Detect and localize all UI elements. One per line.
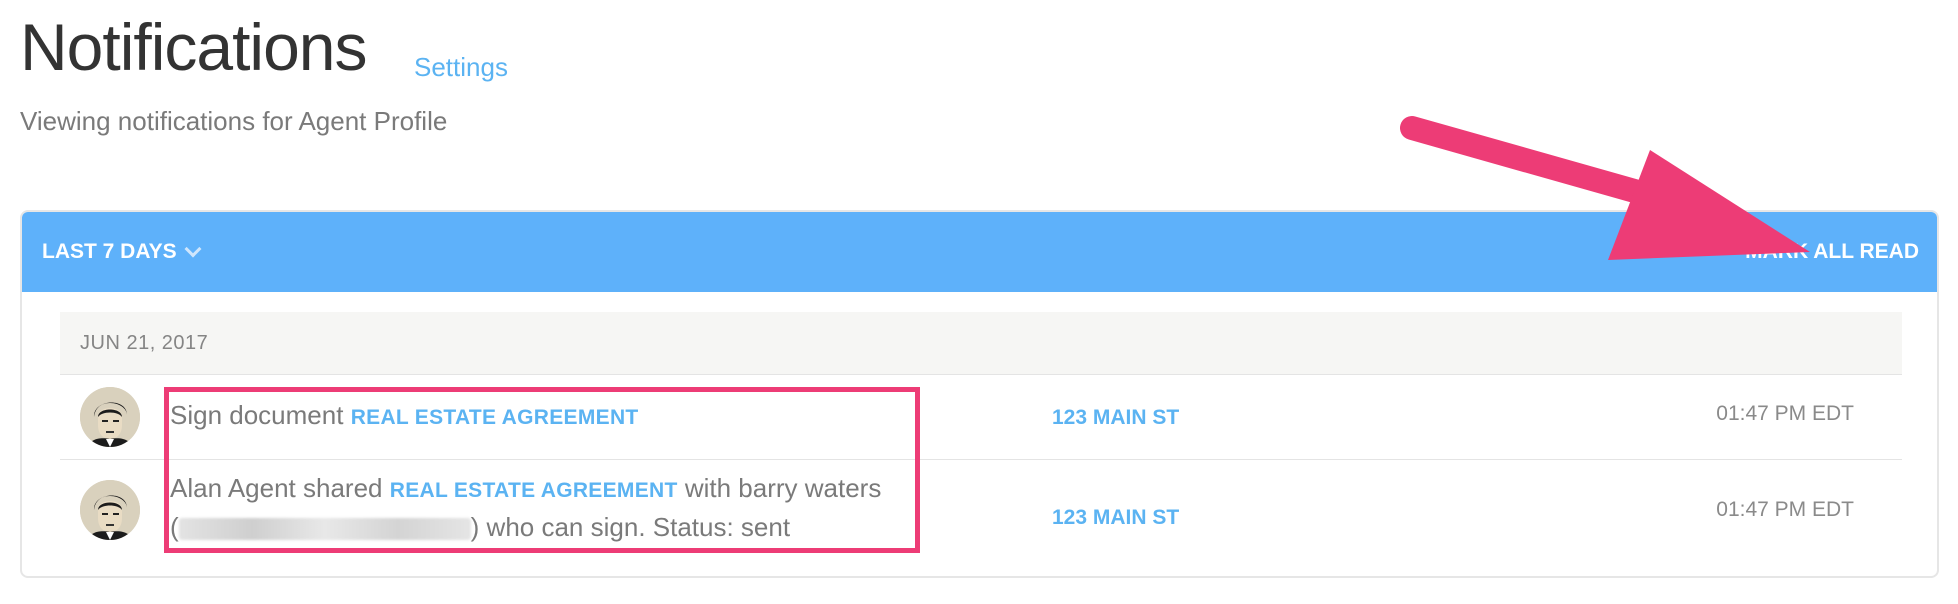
annotation-highlight-box — [164, 387, 920, 553]
property-link[interactable]: 123 MAIN ST — [1052, 506, 1179, 530]
notification-time: 01:47 PM EDT — [1716, 498, 1854, 521]
page-subtitle: Viewing notifications for Agent Profile — [20, 106, 448, 136]
notification-time: 01:47 PM EDT — [1716, 402, 1854, 425]
period-filter-label: LAST 7 DAYS — [42, 240, 177, 263]
settings-link[interactable]: Settings — [414, 52, 508, 83]
page-title: Notifications — [20, 10, 367, 84]
date-group-header: JUN 21, 2017 — [60, 312, 1902, 375]
chevron-down-icon — [184, 240, 202, 258]
period-filter-dropdown[interactable]: LAST 7 DAYS — [42, 240, 202, 264]
annotation-arrow — [1400, 116, 1810, 260]
avatar — [80, 387, 140, 447]
property-link[interactable]: 123 MAIN ST — [1052, 406, 1179, 430]
date-group-label: JUN 21, 2017 — [80, 332, 209, 354]
avatar — [80, 480, 140, 540]
